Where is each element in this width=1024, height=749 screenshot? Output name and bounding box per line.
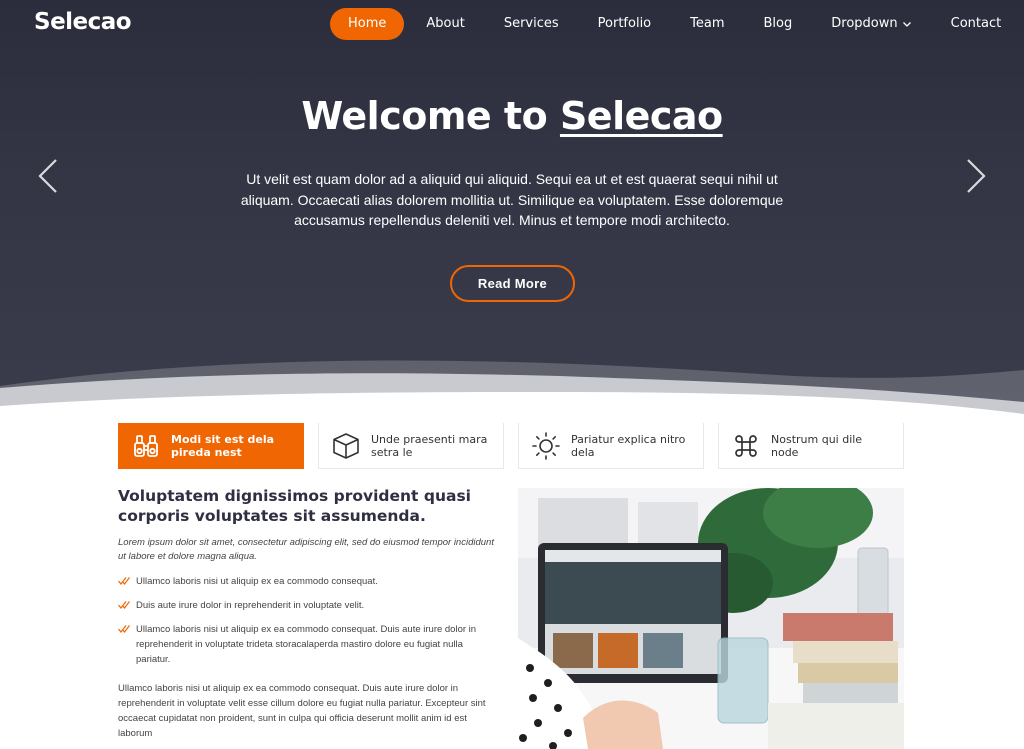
nav-label: About — [426, 16, 465, 31]
hero-waves — [0, 360, 1024, 415]
feature-tab-2[interactable]: Unde praesenti mara setra le — [318, 423, 504, 469]
nav-item-home[interactable]: Home — [330, 8, 405, 40]
feature-tab-3[interactable]: Pariatur explica nitro dela — [518, 423, 704, 469]
feature-tab-4[interactable]: Nostrum qui dile node — [718, 423, 904, 469]
hero-section: Selecao Home About Services Portfolio Te… — [0, 0, 1024, 415]
feature-tabs: Modi sit est dela pireda nest Unde praes… — [118, 423, 904, 469]
nav-item-blog[interactable]: Blog — [742, 8, 810, 40]
nav-label: Blog — [763, 16, 793, 31]
sun-icon — [532, 431, 560, 460]
command-icon — [735, 434, 757, 457]
nav-label: Dropdown — [831, 16, 898, 31]
binoculars-icon — [134, 434, 158, 457]
feature-tab-1[interactable]: Modi sit est dela pireda nest — [118, 423, 304, 469]
list-item-text: Duis aute irure dolor in reprehenderit i… — [136, 600, 365, 611]
box-icon — [333, 432, 359, 459]
laptop-photo — [518, 488, 904, 749]
double-check-icon — [118, 577, 130, 585]
carousel-next-icon[interactable] — [964, 158, 988, 194]
content-title: Voluptatem dignissimos provident quasi c… — [118, 487, 471, 525]
list-item-text: Ullamco laboris nisi ut aliquip ex ea co… — [136, 576, 378, 587]
hero-description: Ut velit est quam dolor ad a aliquid qui… — [240, 171, 784, 228]
nav-item-about[interactable]: About — [404, 8, 481, 40]
site-logo[interactable]: Selecao — [34, 9, 132, 35]
feature-label: Pariatur explica nitro dela — [571, 432, 686, 459]
feature-label: Unde praesenti mara setra le — [371, 432, 488, 459]
nav-item-team[interactable]: Team — [668, 8, 741, 40]
list-item: Ullamco laboris nisi ut aliquip ex ea co… — [118, 574, 498, 589]
nav-item-contact[interactable]: Contact — [929, 8, 1019, 40]
list-item-text: Ullamco laboris nisi ut aliquip ex ea co… — [136, 624, 477, 665]
nav-label: Services — [503, 16, 559, 31]
main-nav: Home About Services Portfolio Team Blog … — [330, 8, 1018, 40]
nav-label: Home — [348, 16, 387, 31]
feature-label: Nostrum qui dile node — [771, 432, 863, 459]
read-more-button[interactable]: Read More — [450, 265, 575, 302]
nav-label: Team — [690, 16, 725, 31]
hero-title-prefix: Welcome to — [301, 94, 548, 138]
list-item: Duis aute irure dolor in reprehenderit i… — [118, 598, 498, 613]
nav-label: Contact — [950, 16, 1002, 31]
nav-item-services[interactable]: Services — [482, 8, 576, 40]
chevron-down-icon — [902, 22, 911, 27]
feature-content: Voluptatem dignissimos provident quasi c… — [118, 486, 498, 741]
content-paragraph: Ullamco laboris nisi ut aliquip ex ea co… — [118, 683, 486, 739]
list-item: Ullamco laboris nisi ut aliquip ex ea co… — [118, 622, 498, 667]
nav-label: Portfolio — [597, 16, 652, 31]
carousel-prev-icon[interactable] — [36, 158, 60, 194]
feature-label: Modi sit est dela pireda nest — [171, 432, 275, 459]
hero-title-brand: Selecao — [559, 94, 723, 138]
content-lead: Lorem ipsum dolor sit amet, consectetur … — [118, 537, 494, 562]
double-check-icon — [118, 625, 130, 633]
nav-item-dropdown[interactable]: Dropdown — [809, 8, 928, 40]
hero-title: Welcome to Selecao — [0, 94, 1024, 138]
nav-item-portfolio[interactable]: Portfolio — [576, 8, 668, 40]
content-list: Ullamco laboris nisi ut aliquip ex ea co… — [118, 574, 498, 667]
double-check-icon — [118, 601, 130, 609]
